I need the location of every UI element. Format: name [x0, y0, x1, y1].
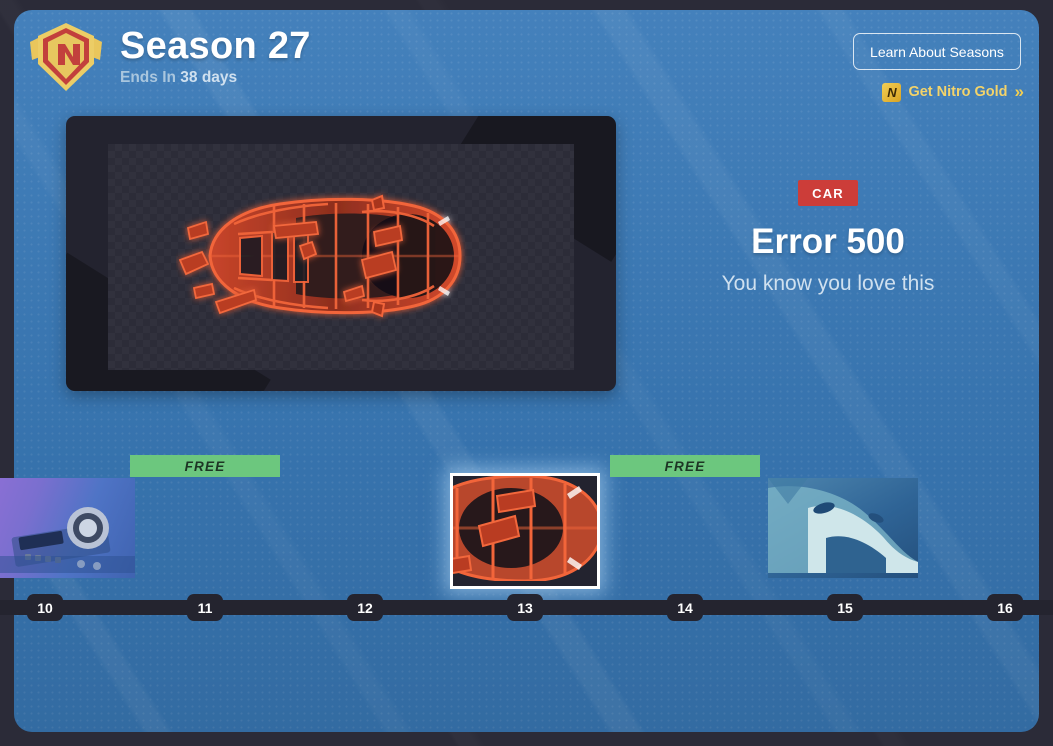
ends-in-value: 38 days	[180, 69, 238, 87]
timeline-level-node[interactable]: 14	[667, 594, 703, 621]
timeline-level-node[interactable]: 12	[347, 594, 383, 621]
reward-slot[interactable]: FREE$100,000	[130, 455, 280, 573]
timeline-level-node[interactable]: 10	[27, 594, 63, 621]
reward-slot[interactable]	[450, 473, 600, 589]
wolf-photo-art	[768, 478, 918, 578]
orange-wireframe-car-icon	[178, 194, 462, 318]
timeline-level-node[interactable]: 11	[187, 594, 223, 621]
reward-track: FREE$100,000“Shattered”FREE$100,000$50,0…	[0, 440, 1053, 620]
reward-slot[interactable]: “Shattered”	[290, 478, 440, 573]
free-banner: FREE	[130, 455, 280, 477]
season-shield-icon	[30, 23, 102, 91]
reward-slot[interactable]	[0, 478, 135, 578]
season-ends-in: Ends In 38 days	[120, 69, 311, 87]
status-badge: CAR	[798, 180, 858, 206]
get-nitro-gold-link[interactable]: N Get Nitro Gold »	[882, 82, 1025, 102]
ends-in-label: Ends In	[120, 69, 176, 87]
item-info-panel: CAR Error 500 You know you love this	[630, 180, 1026, 296]
get-nitro-gold-label: Get Nitro Gold	[908, 84, 1008, 100]
car-thumbnail-art	[450, 473, 600, 589]
car-stereo-art	[0, 478, 135, 578]
page-title: Season 27	[120, 24, 311, 67]
nitro-n-icon: N	[882, 82, 902, 102]
item-description: You know you love this	[721, 272, 935, 295]
timeline-level-node[interactable]: 16	[987, 594, 1023, 621]
item-preview-canvas	[108, 144, 574, 370]
free-banner: FREE	[610, 455, 760, 477]
reward-slot[interactable]	[768, 478, 918, 578]
item-preview-frame	[66, 116, 616, 391]
learn-about-seasons-button[interactable]: Learn About Seasons	[853, 33, 1021, 70]
item-name: Error 500	[751, 222, 905, 261]
chevron-right-icon: »	[1014, 82, 1025, 101]
season-header: Season 27 Ends In 38 days	[26, 20, 311, 94]
reward-slot[interactable]: FREE$100,000	[610, 455, 760, 573]
reward-slot[interactable]: $50,000	[928, 478, 1053, 573]
timeline-level-node[interactable]: 13	[507, 594, 543, 621]
timeline-level-node[interactable]: 15	[827, 594, 863, 621]
